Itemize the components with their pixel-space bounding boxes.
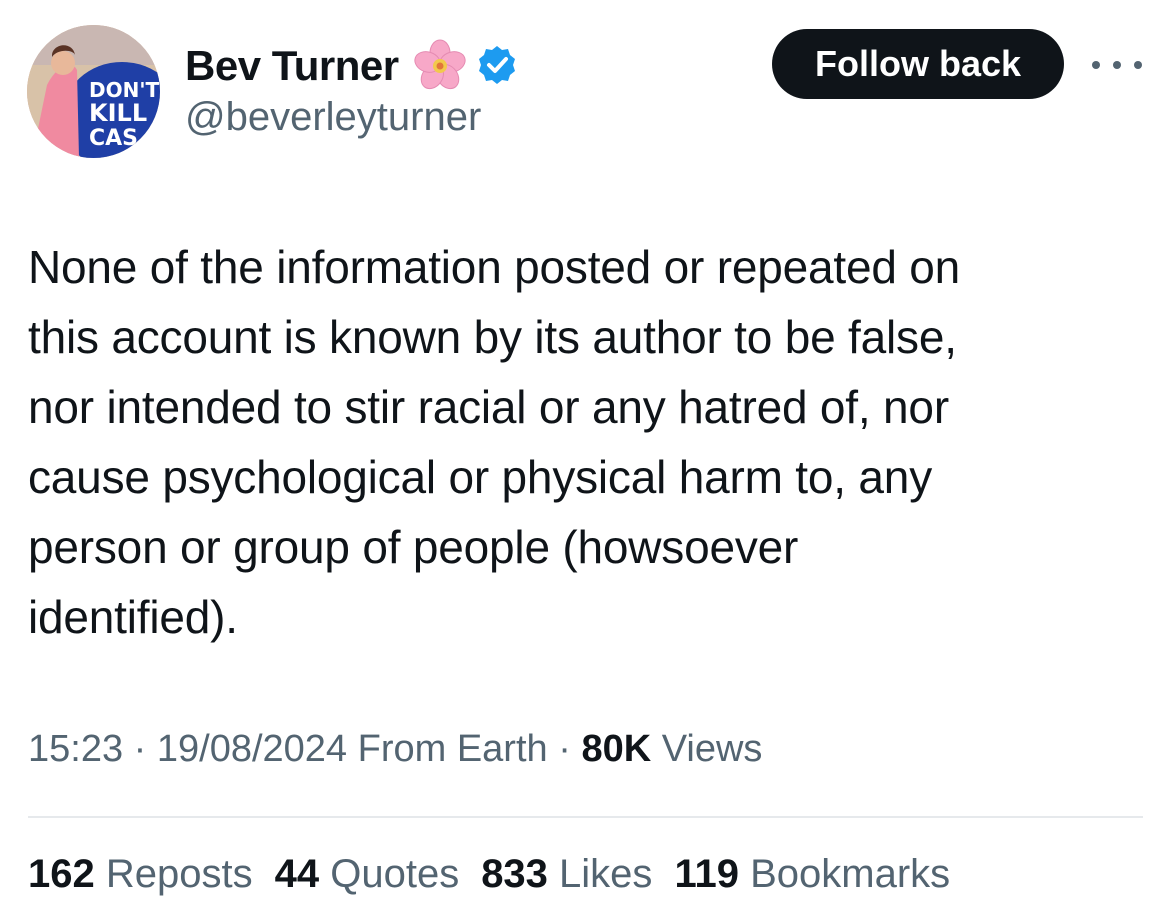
quotes-count: 44 [274, 852, 320, 896]
avatar[interactable]: DON'T KILL CAS [27, 25, 160, 158]
tweet-line: cause psychological or physical harm to,… [28, 451, 932, 503]
more-dot [1134, 61, 1142, 69]
quotes-stat[interactable]: 44 Quotes [275, 852, 460, 896]
reposts-stat[interactable]: 162 Reposts [28, 852, 253, 896]
tweet-metadata: 15:23 · 19/08/2024 From Earth · 80K View… [28, 728, 762, 771]
tweet-source: From Earth [347, 728, 548, 770]
cherry-blossom-icon [414, 39, 466, 90]
tweet-line: nor intended to stir racial or any hatre… [28, 381, 949, 433]
quotes-label: Quotes [319, 852, 460, 896]
tweet-line: None of the information posted or repeat… [28, 241, 961, 293]
meta-separator: · [123, 728, 157, 770]
meta-separator: · [547, 728, 582, 770]
tweet-line: identified). [28, 591, 238, 643]
divider [28, 816, 1143, 818]
bookmarks-label: Bookmarks [738, 852, 951, 896]
avatar-sign-line-3: CAS [89, 126, 138, 151]
engagement-stats: 162 Reposts 44 Quotes 833 Likes 119 Bookmar… [28, 852, 972, 897]
avatar-image: DON'T KILL CAS [27, 25, 160, 158]
more-dot [1113, 61, 1121, 69]
bookmarks-stat[interactable]: 119 Bookmarks [674, 852, 950, 896]
author-handle[interactable]: @beverleyturner [185, 95, 481, 140]
verified-badge-icon[interactable] [475, 44, 519, 88]
likes-label: Likes [547, 852, 653, 896]
display-name[interactable]: Bev Turner [185, 42, 399, 90]
avatar-sign-line-2: KILL [89, 99, 147, 127]
tweet-line: this account is known by its author to b… [28, 311, 957, 363]
follow-back-button[interactable]: Follow back [772, 29, 1064, 99]
tweet-line: person or group of people (howsoever [28, 521, 799, 573]
tweet-time[interactable]: 15:23 [28, 728, 123, 770]
likes-count: 833 [481, 852, 548, 896]
more-options-icon[interactable] [1092, 50, 1142, 80]
reposts-count: 162 [28, 852, 95, 896]
views-count: 80K [581, 728, 652, 770]
bookmarks-count: 119 [674, 852, 739, 896]
tweet-date[interactable]: 19/08/2024 [157, 728, 347, 770]
author-name-row: Bev Turner [185, 38, 519, 94]
tweet-text: None of the information posted or repeat… [28, 232, 1128, 652]
more-dot [1092, 61, 1100, 69]
likes-stat[interactable]: 833 Likes [481, 852, 652, 896]
reposts-label: Reposts [94, 852, 253, 896]
views-label: Views [651, 728, 763, 770]
